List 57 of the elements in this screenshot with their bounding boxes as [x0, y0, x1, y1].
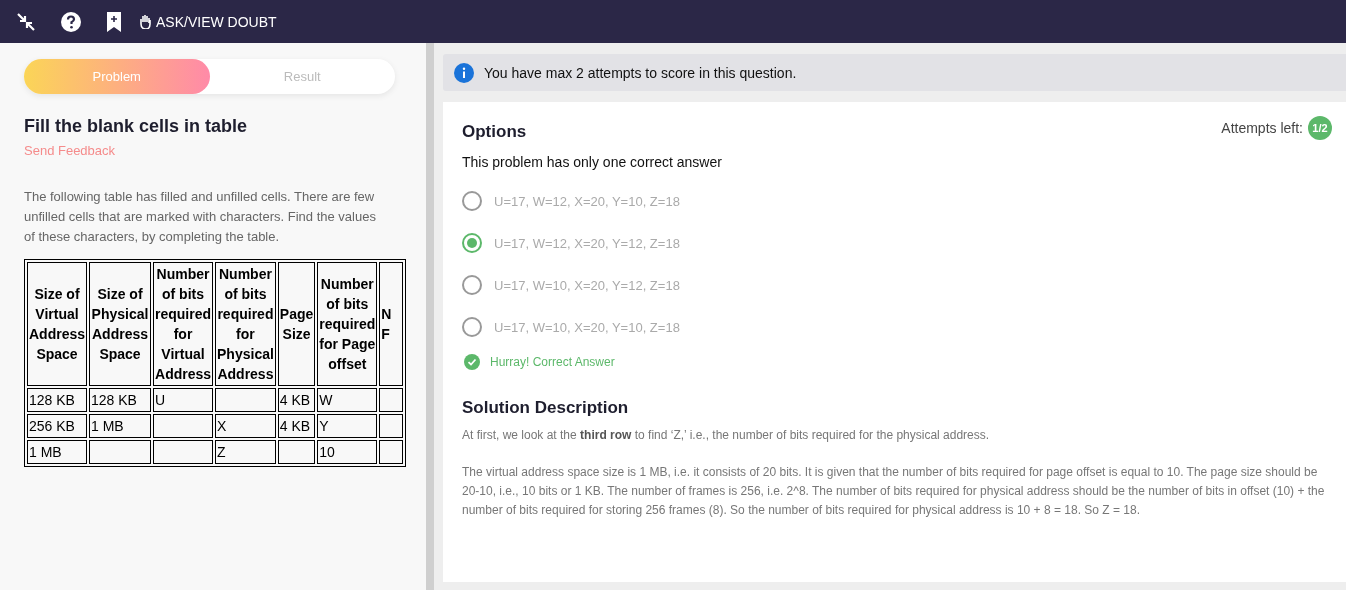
- column-header: Number of bits required for Physical Address: [215, 262, 276, 386]
- options-subtitle: This problem has only one correct answer: [462, 154, 723, 170]
- option-label[interactable]: U=17, W=12, X=20, Y=12, Z=18: [494, 235, 680, 251]
- table-cell: [89, 440, 151, 464]
- tab[interactable]: Problem: [24, 59, 210, 94]
- table-cell: 1 MB: [27, 440, 87, 464]
- column-header: N F: [379, 262, 404, 386]
- raised-hand-icon: [140, 14, 151, 29]
- option-label[interactable]: U=17, W=10, X=20, Y=10, Z=18: [494, 319, 680, 335]
- notice-text: You have max 2 attempts to score in this question.: [484, 64, 797, 81]
- table-cell: Z: [215, 440, 276, 464]
- table-cell: [379, 440, 404, 464]
- table-cell: 1 MB: [89, 414, 151, 438]
- table-cell: 4 KB: [277, 388, 316, 412]
- solution-paragraph: At first, we look at the third row to find ‘Z,’ i.e., the number of bits required for the physical address.: [462, 427, 991, 444]
- collapse-arrows-icon[interactable]: [16, 11, 36, 32]
- info-icon: [454, 62, 474, 83]
- result-message: Hurray! Correct Answer: [490, 355, 615, 369]
- problem-description: The following table has filled and unfilled cells. There are few unfilled cells that are marked with characters. Find the values of these characters, by completing the table.: [24, 188, 377, 246]
- table-cell: X: [215, 414, 276, 438]
- radio-button[interactable]: [462, 191, 482, 211]
- attempts-badge: 1/2: [1308, 116, 1332, 140]
- column-header: Size of Physical Address Space: [89, 262, 151, 386]
- option-label[interactable]: U=17, W=12, X=20, Y=10, Z=18: [494, 193, 680, 209]
- table-cell: [153, 414, 214, 438]
- option-label[interactable]: U=17, W=10, X=20, Y=12, Z=18: [494, 277, 680, 293]
- table-cell: U: [153, 388, 214, 412]
- bookmark-add-icon[interactable]: [106, 11, 122, 32]
- attempts-label: Attempts left:: [1221, 120, 1303, 136]
- column-header: Size of Virtual Address Space: [27, 262, 87, 386]
- ask-doubt-button[interactable]: ASK/VIEW DOUBT: [140, 13, 277, 30]
- table-cell: 10: [317, 440, 378, 464]
- solution-paragraph: The virtual address space size is 1 MB, i.e. it consists of 20 bits. It is given that the number of bits required for page offset is equal to 10. The page size should be 20-10, i.e., 10 bits or 1 KB. The number of frames is 256, i.e. 2^8. The number of bits required for physical address should be the number of bits in offset (10) + the number of bits required for storing 256 frames (8). So the number of bits required for physical address is 10 + 8 = 18. So Z = 18.: [462, 464, 1326, 519]
- column-header: Number of bits required for Page offset: [317, 262, 378, 386]
- table-cell: 4 KB: [277, 414, 316, 438]
- column-header: Number of bits required for Virtual Address: [153, 262, 214, 386]
- radio-button[interactable]: [462, 275, 482, 295]
- problem-title: Fill the blank cells in table: [24, 116, 249, 137]
- table-cell: W: [317, 388, 378, 412]
- help-icon[interactable]: [60, 10, 82, 33]
- options-heading: Options: [462, 122, 527, 142]
- radio-button[interactable]: [462, 233, 482, 253]
- send-feedback-link[interactable]: Send Feedback: [24, 143, 116, 158]
- table-cell: 128 KB: [27, 388, 87, 412]
- table-cell: Y: [317, 414, 378, 438]
- radio-button[interactable]: [462, 317, 482, 337]
- table-cell: [277, 440, 316, 464]
- table-cell: [379, 414, 404, 438]
- table-cell: 128 KB: [89, 388, 151, 412]
- tab[interactable]: Result: [209, 59, 395, 94]
- scrollbar[interactable]: [426, 43, 434, 590]
- table-cell: [379, 388, 404, 412]
- table-cell: [153, 440, 214, 464]
- table-cell: 256 KB: [27, 414, 87, 438]
- column-header: Page Size: [277, 262, 316, 386]
- solution-heading: Solution Description: [462, 398, 630, 418]
- table-cell: [215, 388, 276, 412]
